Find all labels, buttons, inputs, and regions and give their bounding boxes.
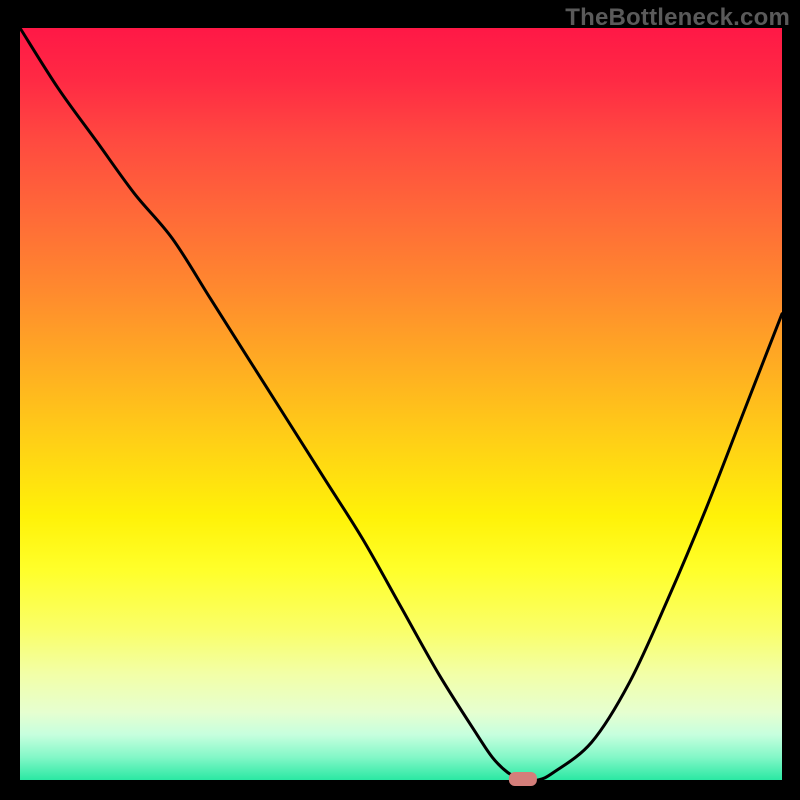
bottleneck-curve — [20, 28, 782, 781]
chart-svg — [20, 28, 782, 780]
plot-area — [20, 28, 782, 780]
chart-frame: TheBottleneck.com — [0, 0, 800, 800]
watermark-label: TheBottleneck.com — [565, 4, 790, 32]
optimal-point-marker — [509, 772, 537, 786]
